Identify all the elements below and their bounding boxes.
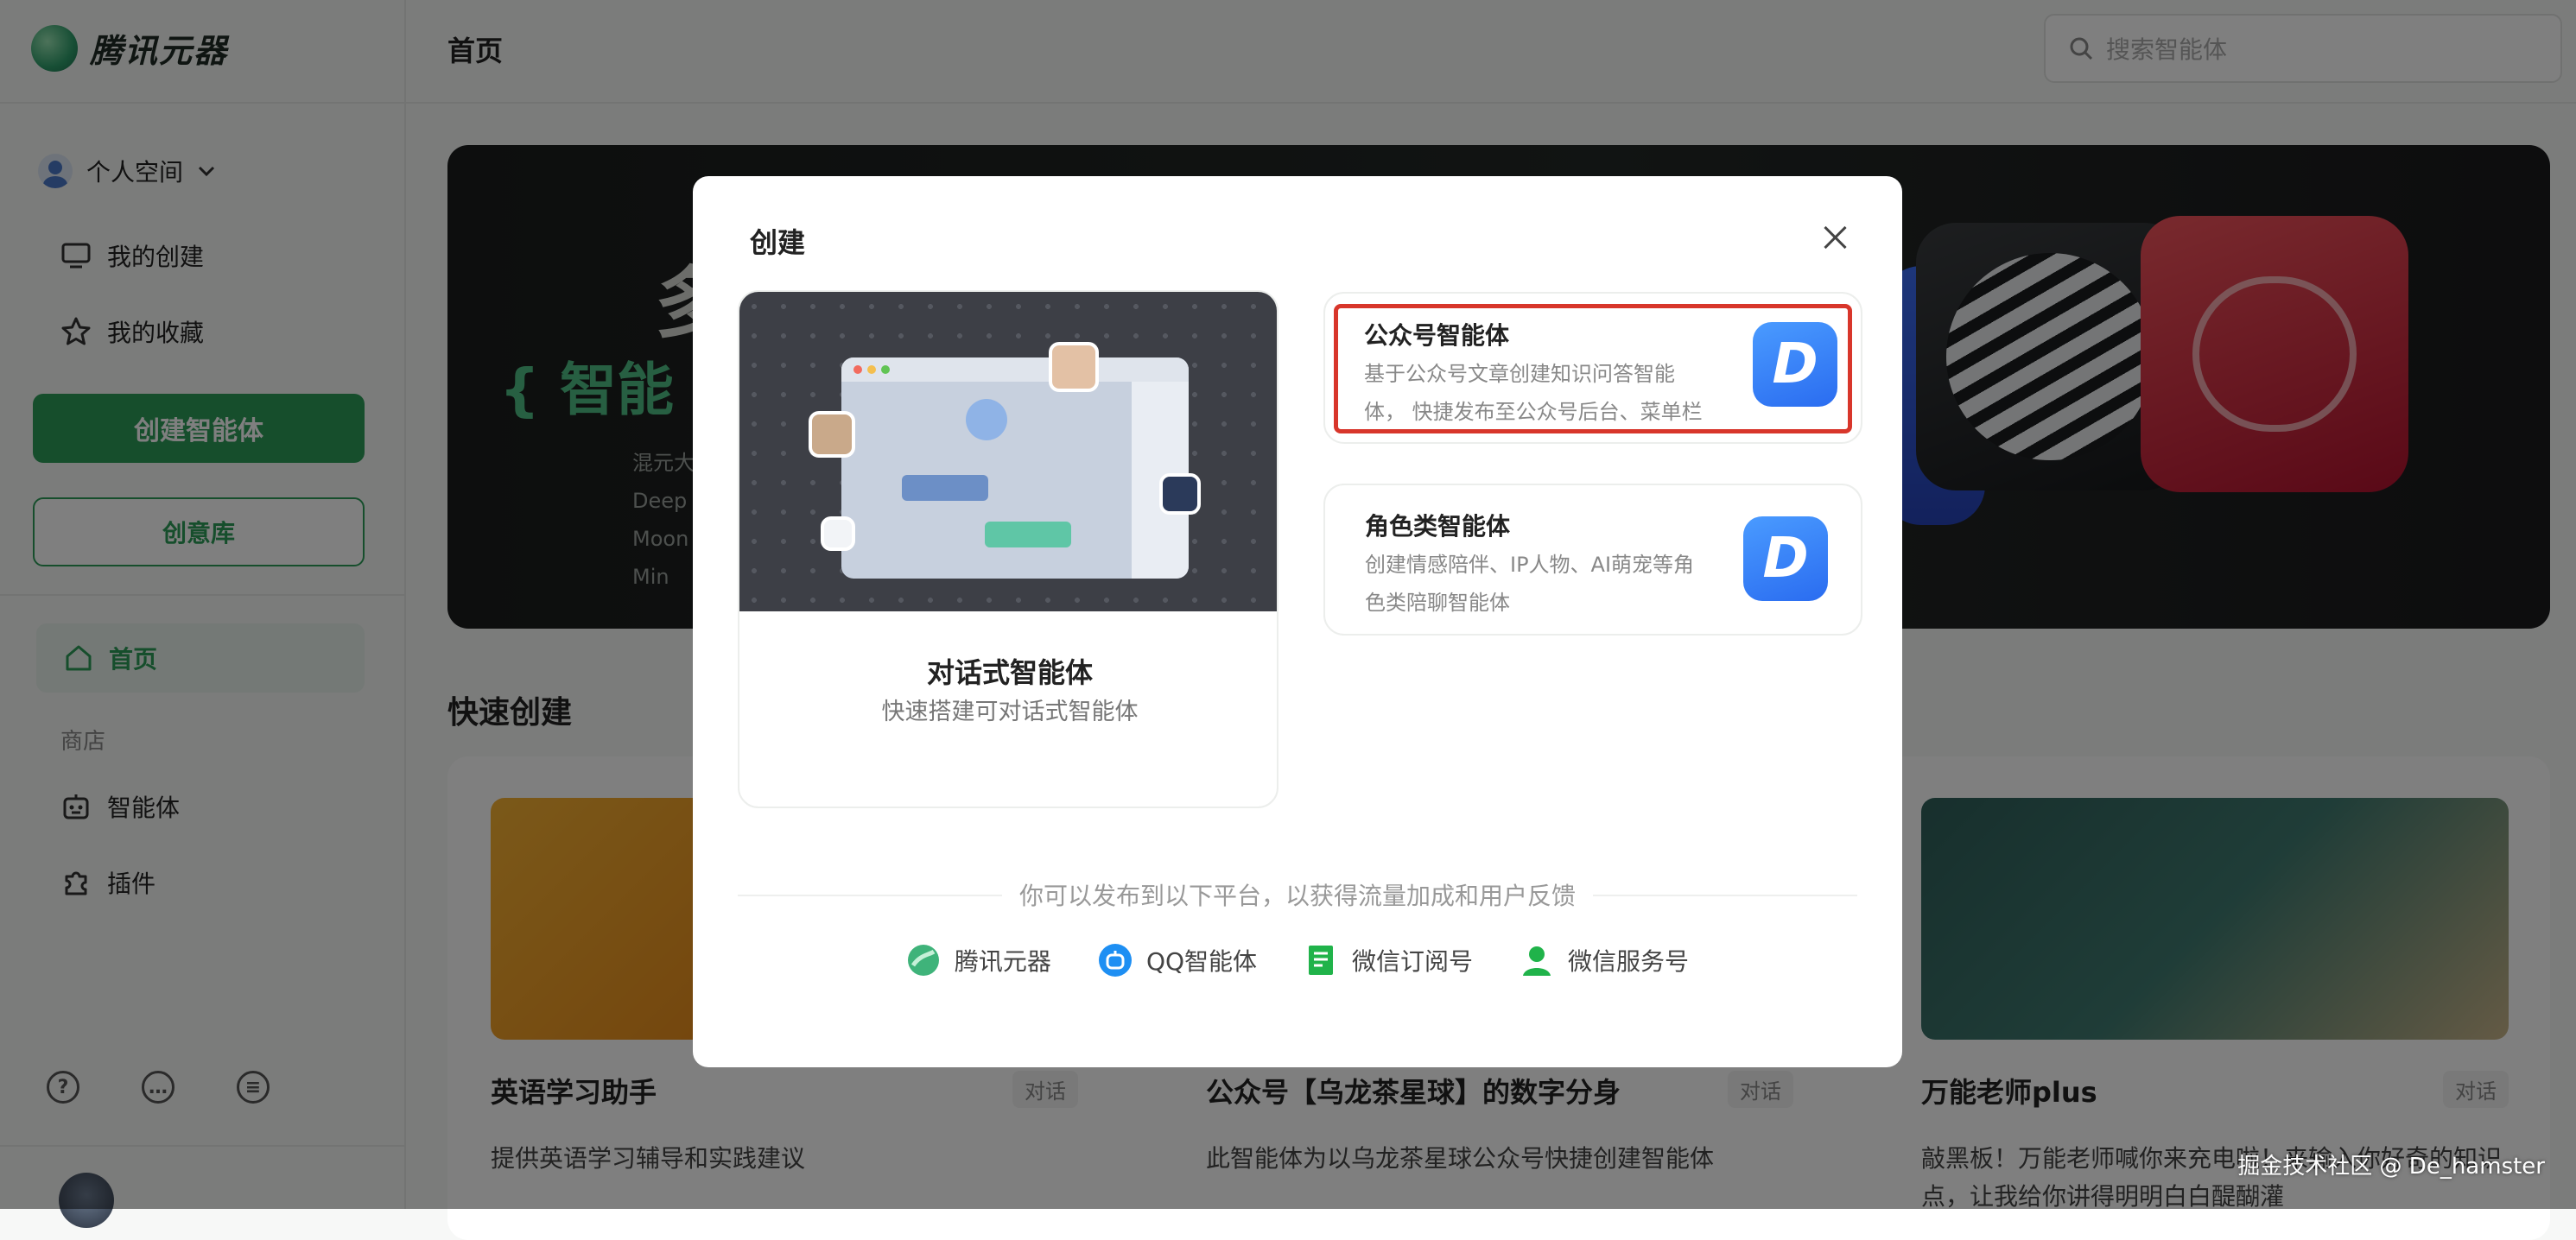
platform-item: QQ智能体	[1098, 943, 1257, 977]
wechat-service-icon	[1523, 946, 1551, 976]
platform-label: 腾讯元器	[954, 947, 1051, 976]
platform-list: 腾讯元器 QQ智能体 微信订阅号 微信服务号	[693, 943, 1902, 977]
d-logo-icon: D	[1743, 516, 1828, 601]
wechat-subscription-icon	[1309, 946, 1334, 975]
option-title: 角色类智能体	[1365, 512, 1511, 541]
chat-illustration	[739, 292, 1277, 611]
qq-bot-icon	[1098, 944, 1132, 977]
close-icon[interactable]	[1823, 225, 1849, 250]
modal-title: 创建	[750, 226, 806, 259]
role-agent-card[interactable]: 角色类智能体 创建情感陪伴、IP人物、AI萌宠等角色类陪聊智能体 D	[1323, 484, 1862, 636]
platform-item: 微信订阅号	[1304, 943, 1473, 977]
d-logo-icon: D	[1753, 322, 1837, 407]
option-desc: 创建情感陪伴、IP人物、AI萌宠等角色类陪聊智能体	[1365, 553, 1695, 615]
create-modal: 创建 对话式智能体 快速搭建可对话式智能体 公众号智能体 基于公众号文章创建知识…	[693, 176, 1902, 1067]
chat-agent-desc: 快速搭建可对话式智能体	[881, 699, 1139, 725]
chat-agent-card[interactable]: 对话式智能体 快速搭建可对话式智能体	[738, 290, 1278, 808]
platform-label: QQ智能体	[1145, 947, 1258, 976]
chat-agent-title: 对话式智能体	[926, 656, 1093, 689]
watermark: 掘金技术社区 @ De_hamster	[2237, 1154, 2545, 1180]
option-title: 公众号智能体	[1364, 321, 1510, 350]
platform-item: 腾讯元器	[906, 943, 1051, 977]
publish-hint-text: 你可以发布到以下平台，以获得流量加成和用户反馈	[1001, 882, 1593, 910]
platform-item: 微信服务号	[1520, 943, 1689, 977]
option-desc: 基于公众号文章创建知识问答智能体， 快捷发布至公众号后台、菜单栏	[1364, 362, 1703, 424]
platform-label: 微信订阅号	[1352, 947, 1474, 976]
official-account-agent-card[interactable]: 公众号智能体 基于公众号文章创建知识问答智能体， 快捷发布至公众号后台、菜单栏 …	[1334, 304, 1852, 433]
platform-label: 微信服务号	[1568, 947, 1690, 976]
publish-hint: 你可以发布到以下平台，以获得流量加成和用户反馈	[693, 877, 1902, 912]
yuanqi-icon	[907, 945, 939, 976]
